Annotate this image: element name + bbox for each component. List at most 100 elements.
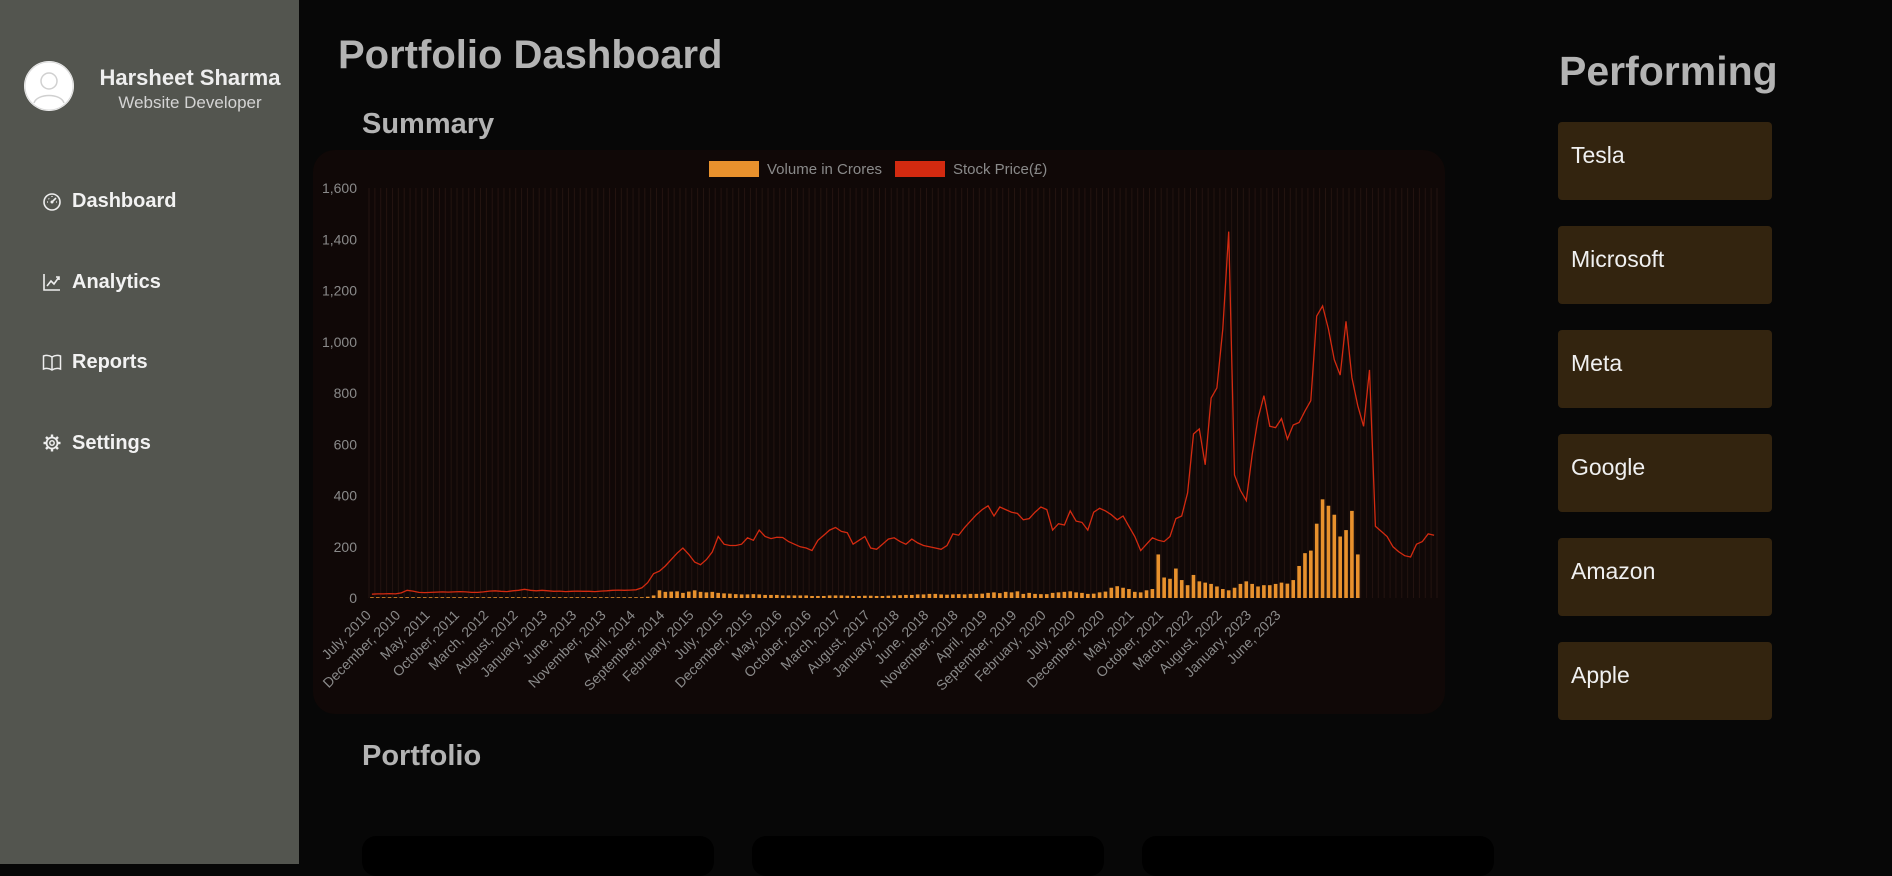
volume-bar: [669, 591, 674, 598]
volume-bar: [499, 597, 503, 598]
volume-bar: [434, 597, 439, 598]
volume-bar: [710, 591, 715, 598]
y-tick-label: 1,000: [322, 334, 357, 350]
sidebar-item-reports[interactable]: Reports: [42, 347, 262, 377]
sidebar-item-analytics[interactable]: Analytics: [42, 267, 262, 297]
volume-bar: [516, 597, 521, 598]
volume-bar: [546, 597, 550, 598]
portfolio-card[interactable]: [752, 836, 1104, 876]
volume-bar: [886, 595, 891, 598]
volume-bar: [1262, 585, 1266, 598]
volume-bar: [892, 595, 897, 598]
volume-bar: [1086, 593, 1090, 598]
volume-bar: [1115, 586, 1120, 598]
performing-item-meta[interactable]: Meta: [1558, 330, 1772, 408]
volume-bar: [863, 595, 867, 598]
line-chart-icon: [42, 272, 62, 292]
volume-bar: [475, 597, 480, 598]
volume-bar: [804, 595, 808, 598]
volume-bar: [534, 597, 539, 598]
volume-bar: [552, 597, 556, 598]
volume-bar: [510, 597, 515, 598]
portfolio-card[interactable]: [1142, 836, 1494, 876]
volume-bar: [1003, 591, 1008, 598]
volume-bar: [716, 592, 720, 598]
volume-bar: [839, 595, 844, 598]
legend-swatch: [895, 161, 945, 177]
volume-bar: [692, 590, 697, 598]
volume-bar: [1138, 592, 1143, 598]
volume-bar: [1068, 591, 1073, 598]
volume-bar: [1314, 523, 1319, 598]
volume-bar: [1285, 583, 1290, 598]
volume-bar: [1080, 592, 1084, 598]
summary-chart: 02004006008001,0001,2001,4001,600July, 2…: [318, 161, 1438, 694]
volume-bar: [986, 592, 990, 598]
volume-bar: [1220, 589, 1225, 598]
volume-bar: [452, 597, 456, 598]
volume-bar: [739, 594, 744, 598]
volume-bar: [645, 596, 650, 598]
volume-bar: [1344, 530, 1348, 598]
y-tick-label: 800: [334, 385, 358, 401]
volume-bar: [745, 594, 750, 598]
y-tick-label: 600: [334, 436, 358, 452]
volume-bar: [974, 593, 979, 598]
volume-bar: [845, 595, 850, 598]
volume-bar: [898, 595, 902, 598]
sidebar: Harsheet Sharma Website Developer Dashbo…: [0, 0, 299, 864]
volume-bar: [827, 595, 832, 598]
volume-bar: [1238, 583, 1243, 598]
volume-bar: [505, 597, 509, 598]
volume-bar: [575, 597, 580, 598]
sidebar-item-label: Dashboard: [72, 189, 177, 212]
volume-bar: [1273, 583, 1278, 598]
volume-bar: [786, 595, 791, 598]
y-tick-label: 1,200: [322, 283, 357, 299]
volume-bar: [1168, 578, 1172, 598]
volume-bar: [422, 597, 427, 598]
performing-item-apple[interactable]: Apple: [1558, 642, 1772, 720]
volume-bar: [522, 597, 527, 598]
avatar[interactable]: [24, 61, 74, 111]
performing-item-label: Tesla: [1571, 142, 1625, 168]
gauge-icon: [42, 191, 62, 211]
volume-bar: [628, 597, 632, 598]
volume-bar: [1074, 592, 1078, 598]
volume-bar: [980, 593, 985, 598]
sidebar-item-settings[interactable]: Settings: [42, 428, 262, 458]
portfolio-card[interactable]: [362, 836, 714, 876]
volume-bar: [651, 595, 656, 598]
volume-bar: [393, 597, 398, 598]
volume-bar: [557, 597, 562, 598]
volume-bar: [821, 595, 826, 598]
performing-item-microsoft[interactable]: Microsoft: [1558, 226, 1772, 304]
y-tick-label: 200: [334, 539, 358, 555]
volume-bar: [1215, 586, 1219, 598]
book-icon: [42, 352, 62, 372]
sidebar-item-label: Analytics: [72, 270, 161, 293]
volume-bar: [469, 597, 474, 598]
volume-bar: [704, 592, 709, 598]
volume-bar: [1197, 581, 1202, 598]
volume-bar: [634, 597, 638, 598]
volume-bar: [1056, 592, 1061, 598]
volume-bar: [1297, 565, 1301, 598]
performing-item-google[interactable]: Google: [1558, 434, 1772, 512]
portfolio-heading: Portfolio: [362, 740, 482, 772]
volume-bar: [775, 594, 779, 598]
volume-bar: [381, 597, 386, 598]
volume-bar: [962, 594, 967, 598]
user-role: Website Developer: [118, 93, 262, 112]
volume-bar: [1015, 591, 1020, 598]
volume-bar: [992, 592, 996, 598]
performing-item-label: Google: [1571, 454, 1646, 480]
sidebar-item-dashboard[interactable]: Dashboard: [42, 186, 262, 216]
performing-item-amazon[interactable]: Amazon: [1558, 538, 1772, 616]
volume-bar: [1009, 592, 1014, 598]
volume-bar: [909, 594, 914, 598]
volume-bar: [1279, 582, 1284, 598]
y-tick-label: 400: [334, 488, 358, 504]
performing-item-tesla[interactable]: Tesla: [1558, 122, 1772, 200]
volume-bar: [686, 591, 691, 598]
